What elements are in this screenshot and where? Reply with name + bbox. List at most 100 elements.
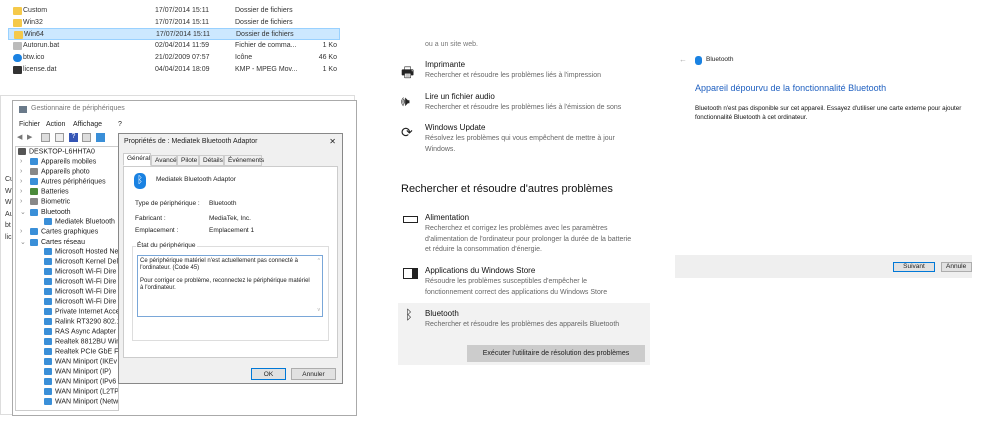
tree-item[interactable]: Realtek 8812BU Wire [44,338,118,345]
tree-root-label: DESKTOP-L6HHTA0 [29,148,95,156]
file-date: 17/07/2014 15:11 [156,31,210,39]
expand-icon[interactable]: ⌄ [20,238,30,246]
tree-item[interactable]: › Batteries [20,188,69,195]
cancel-button[interactable]: Annuler [291,368,336,380]
bluetooth-icon [695,56,702,65]
tree-item[interactable]: Microsoft Kernel Del [44,258,118,265]
back-icon[interactable]: ◀ [17,133,22,141]
file-name: Win32 [23,18,43,26]
device-icon [30,238,38,246]
troubleshooter-title[interactable]: Windows Update [425,123,485,132]
scan-icon[interactable] [82,133,91,142]
tree-item[interactable]: WAN Miniport (IP) [44,368,111,375]
tree-item[interactable]: › Appareils mobiles [20,158,96,165]
tree-item[interactable]: Microsoft Wi-Fi Dire [44,268,116,275]
tree-item[interactable]: WAN Miniport (IKEv [44,358,117,365]
tree-item[interactable]: › Autres périphériques [20,178,106,185]
batch-file-icon [13,42,22,51]
status-textarea[interactable]: Ce périphérique matériel n'est actuellem… [137,255,323,317]
troubleshooter-title[interactable]: Bluetooth [425,309,459,318]
file-row[interactable]: Autorun.bat 02/04/2014 11:59 Fichier de co… [8,40,340,52]
troubleshooter-title[interactable]: Applications du Windows Store [425,266,535,275]
file-row[interactable]: Win32 17/07/2014 15:11 Dossier de fichiers [8,17,340,29]
tree-item-label: WAN Miniport (Network Monitor) [55,398,119,406]
device-icon [44,278,52,285]
tree-item[interactable]: ⌄ Bluetooth [20,208,71,216]
ok-button[interactable]: OK [251,368,286,380]
tab-0[interactable]: Général [123,153,151,166]
tree-item[interactable]: Mediatek Bluetooth [44,218,115,225]
tree-item-label: Microsoft Kernel Del [55,258,119,266]
device-icon [30,158,38,165]
tree-item[interactable]: Microsoft Wi-Fi Dire [44,298,116,305]
tab-4[interactable]: Événements [224,155,264,166]
tree-item[interactable]: RAS Async Adapter [44,328,116,335]
run-troubleshooter-button[interactable]: Exécuter l'utilitaire de résolution des … [467,345,645,362]
tab-1[interactable]: Avancé [151,155,177,166]
file-size: 46 Ko [318,53,337,61]
tree-item[interactable]: WAN Miniport (Network Monitor) [44,398,119,406]
file-row[interactable]: license.dat 04/04/2014 18:09 KMP - MPEG Mo… [8,64,340,76]
expand-icon[interactable]: › [20,178,30,185]
tree-item[interactable]: WAN Miniport (IPv6 [44,378,116,385]
expand-icon[interactable]: › [20,158,30,165]
tree-item-label: Appareils photo [41,168,90,176]
field-value: Emplacement 1 [209,227,255,234]
file-row[interactable]: btw.ico 21/02/2009 07:57 Icône 46 Ko [8,52,340,64]
back-button[interactable]: ← [679,55,687,64]
expand-icon[interactable]: › [20,228,30,235]
tree-item[interactable]: Realtek PCIe GbE Fa [44,348,118,355]
expand-icon[interactable]: › [20,188,30,195]
device-tree[interactable]: DESKTOP-L6HHTA0 › Appareils mobiles › Appare… [15,146,119,411]
tree-item[interactable]: › Biometric [20,198,70,205]
troubleshooter-title[interactable]: Lire un fichier audio [425,92,495,101]
refresh-icon: ⟳ [401,125,413,141]
cancel-button[interactable]: Annule [941,262,972,272]
device-icon [44,248,52,255]
close-button[interactable]: ✕ [329,137,336,146]
tree-item[interactable]: Ralink RT3290 802.11 [44,318,118,325]
tree-item[interactable]: Private Internet Acce [44,308,118,315]
menu-item[interactable]: Affichage [73,121,102,128]
menu-item[interactable]: ? [118,121,122,128]
tree-item[interactable]: Microsoft Wi-Fi Dire [44,278,116,285]
tree-item[interactable]: › Appareils photo [20,168,90,175]
menu-item[interactable]: Action [46,121,65,128]
tree-item-label: Microsoft Wi-Fi Dire [55,268,117,276]
expand-icon[interactable]: ⌄ [20,208,30,216]
forward-icon[interactable]: ▶ [27,133,32,141]
tree-item[interactable]: ⌄ Cartes réseau [20,238,85,246]
tab-3[interactable]: Détails [199,155,224,166]
tree-item[interactable]: Microsoft Hosted Ne [44,248,118,255]
file-list: Custom 17/07/2014 15:11 Dossier de fichier… [0,0,345,90]
status-group: État du périphérique Ce périphérique mat… [132,242,329,341]
tab-2[interactable]: Pilote [177,155,199,166]
help-icon[interactable]: ? [69,133,78,142]
tree-item[interactable]: Microsoft Wi-Fi Dire [44,288,116,295]
tree-root[interactable]: DESKTOP-L6HHTA0 [18,148,95,155]
tree-item[interactable]: › Cartes graphiques [20,228,98,235]
troubleshooter-title[interactable]: Alimentation [425,213,469,222]
file-row[interactable]: Win64 17/07/2014 15:11 Dossier de fichiers [8,28,340,41]
menu-item[interactable]: Fichier [19,121,40,128]
device-icon [30,198,38,205]
tree-item[interactable]: WAN Miniport (L2TP) [44,388,118,395]
file-size: 1 Ko [322,42,337,50]
folder-icon [13,18,22,27]
next-button[interactable]: Suivant [893,262,935,272]
scroll-down-icon[interactable]: v [318,307,321,314]
field-label: Fabricant : [135,215,166,222]
tree-item-label: Biometric [41,198,71,206]
properties-icon[interactable] [41,133,50,142]
scroll-up-icon[interactable]: ^ [318,258,320,265]
expand-icon[interactable]: › [20,198,30,205]
troubleshooter-title[interactable]: Imprimante [425,60,465,69]
monitor-icon[interactable] [96,133,105,142]
device-icon [44,298,52,305]
file-size: 1 Ko [322,65,337,73]
expand-icon[interactable]: › [20,168,30,175]
troubleshooter-desc: Rechercher et résoudre les problèmes lié… [425,104,622,111]
field-label: Emplacement : [135,227,179,234]
update-icon[interactable] [55,133,64,142]
file-row[interactable]: Custom 17/07/2014 15:11 Dossier de fichier… [8,5,340,17]
